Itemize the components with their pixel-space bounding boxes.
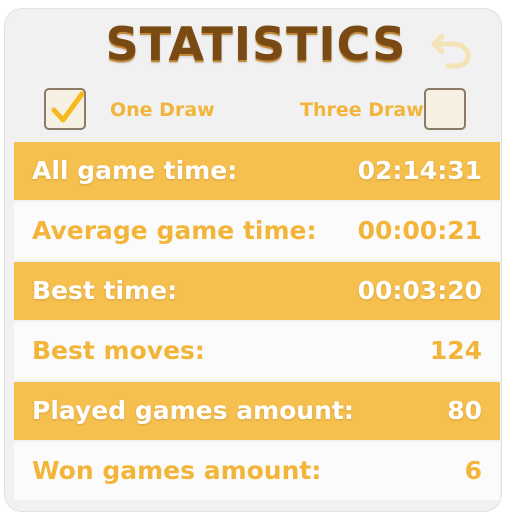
stat-label: Best moves:: [32, 336, 205, 365]
stat-row-played-games: Played games amount: 80: [14, 382, 500, 440]
stat-row-all-game-time: All game time: 02:14:31: [14, 142, 500, 200]
stat-value: 00:00:21: [357, 216, 482, 245]
one-draw-checkbox[interactable]: [44, 88, 86, 130]
stat-value: 02:14:31: [357, 156, 482, 185]
stat-value: 00:03:20: [357, 276, 482, 305]
back-arrow-icon: [431, 33, 471, 69]
stat-row-average-game-time: Average game time: 00:00:21: [14, 202, 500, 260]
stat-row-won-games: Won games amount: 6: [14, 442, 500, 500]
stat-value: 80: [447, 396, 482, 425]
stat-label: Average game time:: [32, 216, 317, 245]
stat-label: Played games amount:: [32, 396, 354, 425]
stat-label: All game time:: [32, 156, 238, 185]
three-draw-checkbox[interactable]: [424, 88, 466, 130]
stat-value: 124: [429, 336, 482, 365]
three-draw-label[interactable]: Three Draw: [300, 96, 424, 124]
back-button[interactable]: [430, 28, 474, 72]
checkmark-icon: [51, 91, 85, 123]
stats-list: All game time: 02:14:31 Average game tim…: [14, 142, 500, 502]
stat-value: 6: [464, 456, 482, 485]
one-draw-label[interactable]: One Draw: [110, 96, 215, 124]
stat-row-best-moves: Best moves: 124: [14, 322, 500, 380]
stat-row-best-time: Best time: 00:03:20: [14, 262, 500, 320]
stat-label: Best time:: [32, 276, 178, 305]
stat-label: Won games amount:: [32, 456, 322, 485]
